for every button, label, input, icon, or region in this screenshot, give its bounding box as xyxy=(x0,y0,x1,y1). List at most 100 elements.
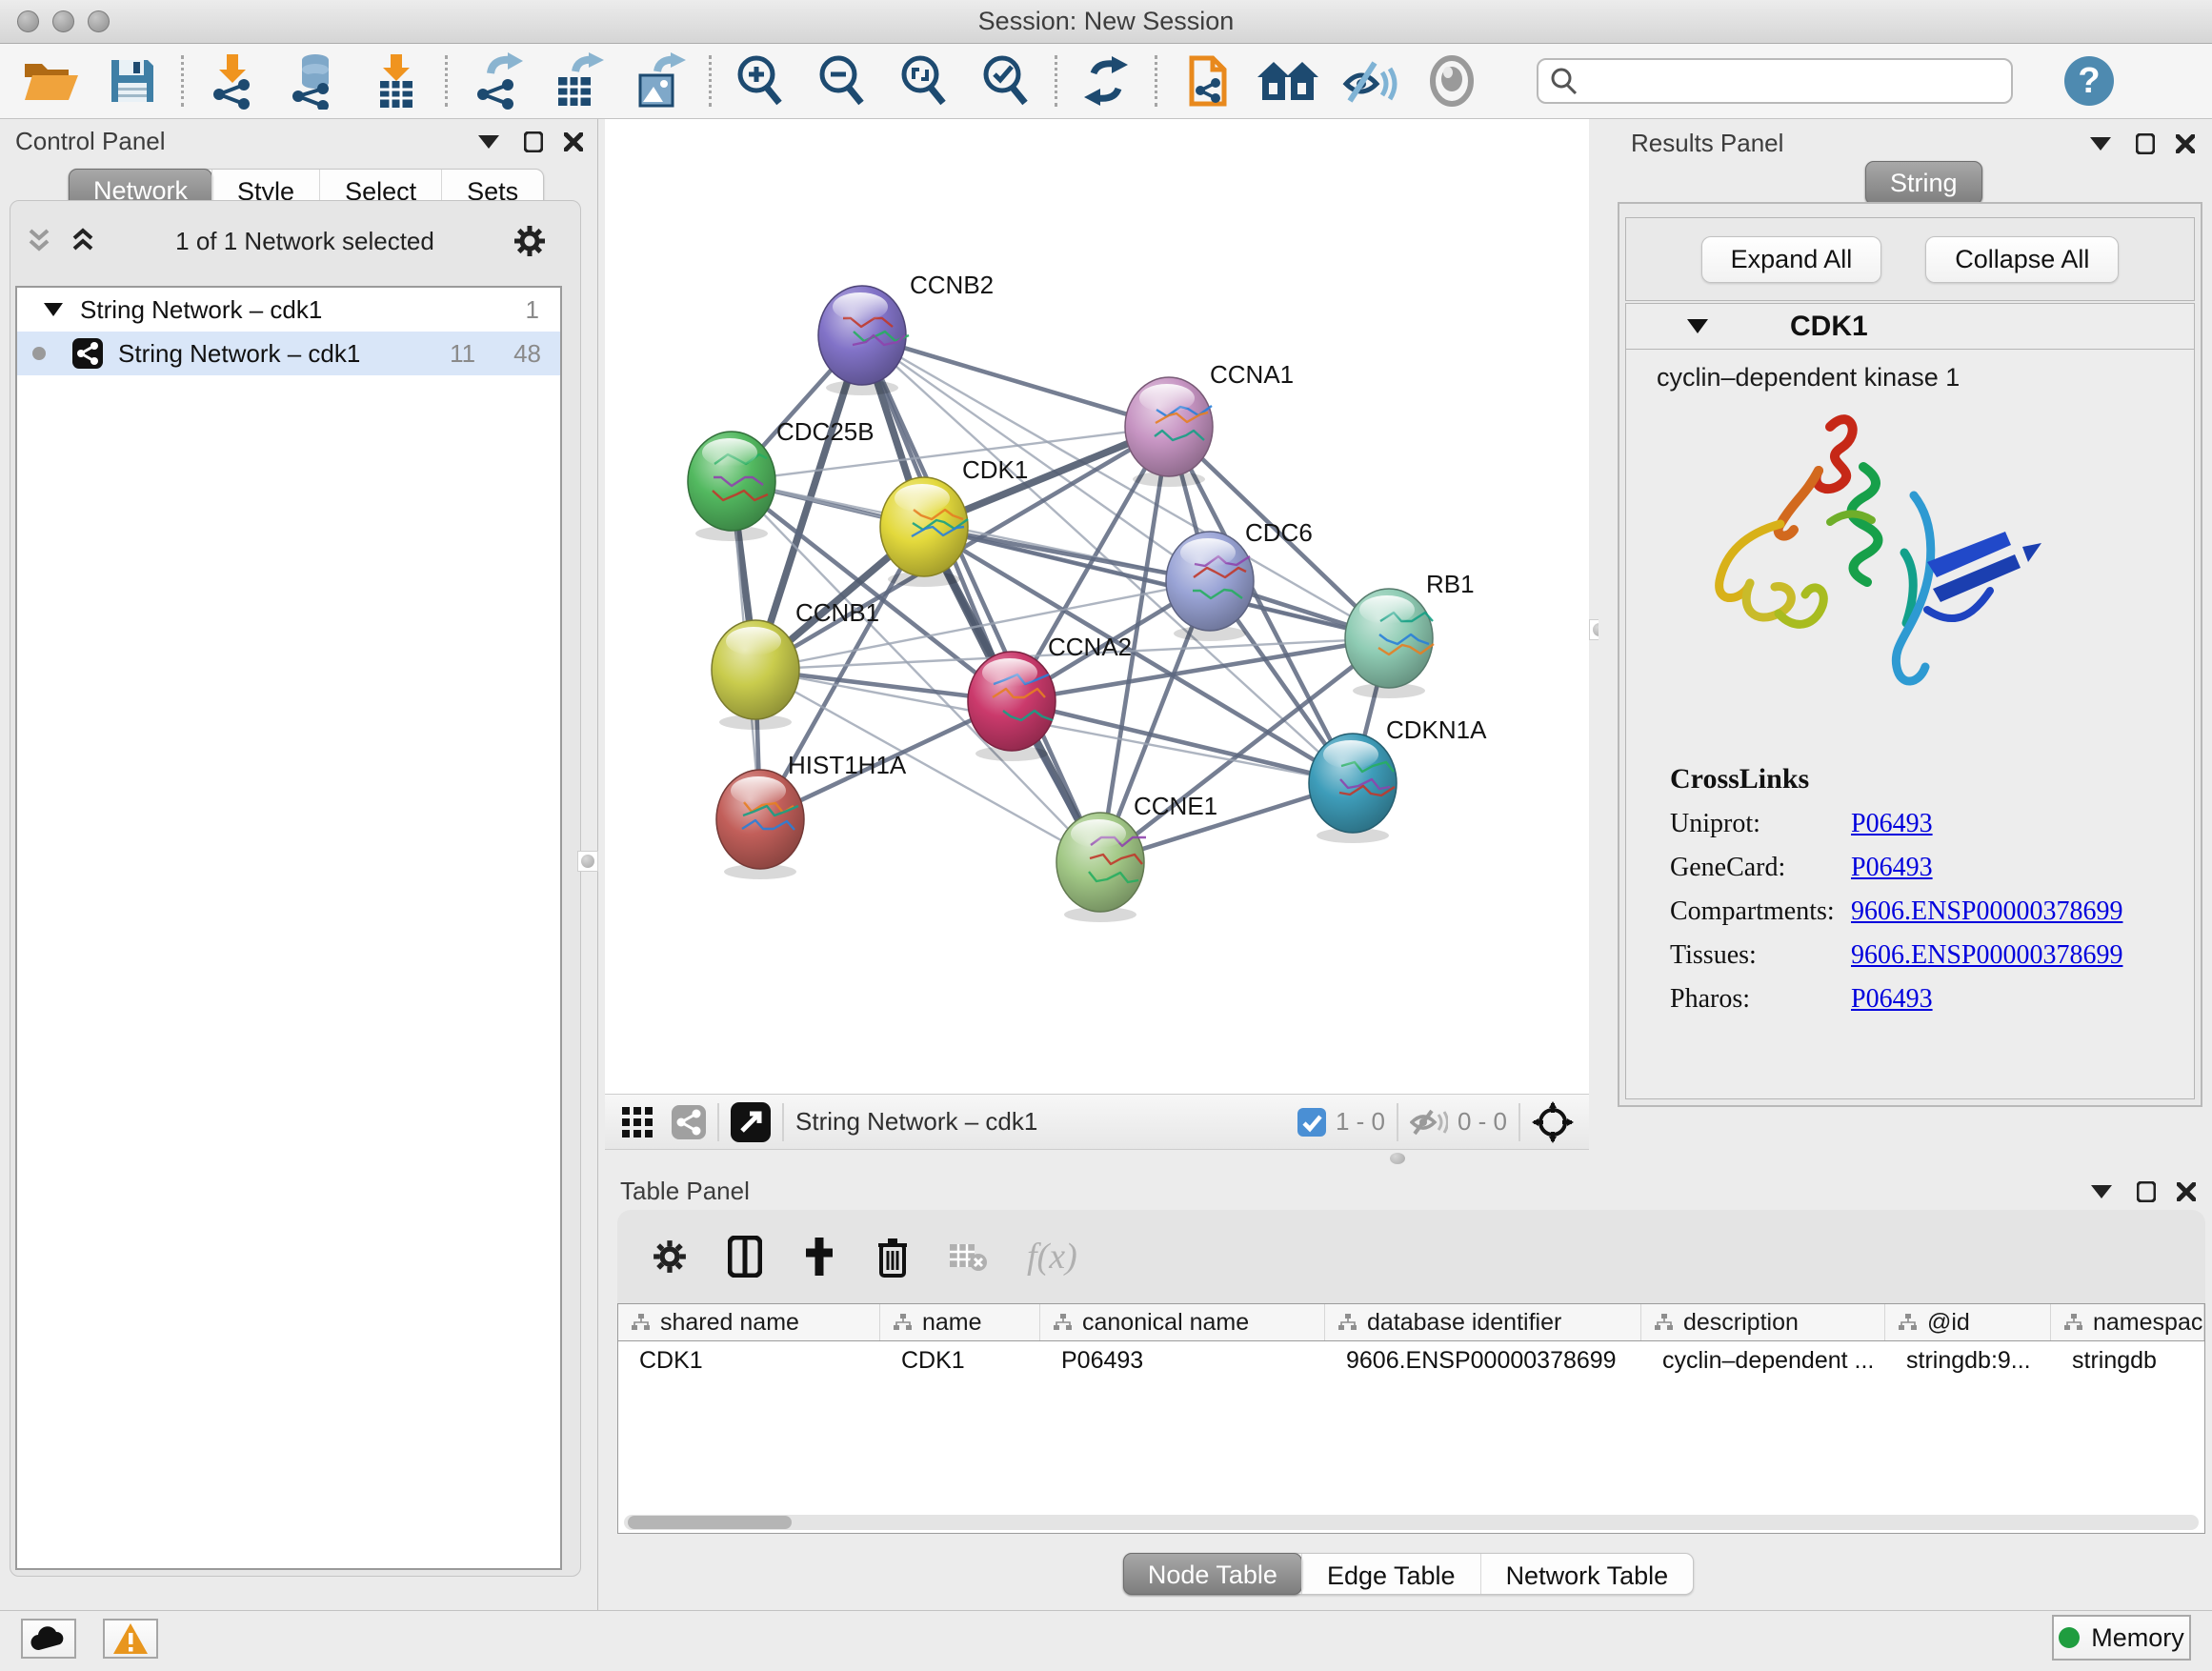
float-panel-icon[interactable] xyxy=(2090,137,2111,151)
maximize-panel-icon[interactable] xyxy=(2136,133,2155,154)
table-cell[interactable]: CDK1 xyxy=(880,1341,1040,1379)
birdseye-crosshair-icon[interactable] xyxy=(1532,1101,1574,1143)
hide-selected-button[interactable] xyxy=(1329,50,1411,112)
float-panel-icon[interactable] xyxy=(2091,1185,2112,1198)
close-panel-icon[interactable] xyxy=(2176,134,2195,153)
warnings-button[interactable] xyxy=(103,1619,158,1659)
show-all-button[interactable] xyxy=(1411,50,1493,112)
node-table: shared namenamecanonical namedatabase id… xyxy=(617,1303,2205,1534)
protein-card-header[interactable]: CDK1 xyxy=(1626,304,2194,350)
close-panel-icon[interactable] xyxy=(564,132,583,151)
table-cell[interactable]: CDK1 xyxy=(618,1341,880,1379)
zoom-out-button[interactable] xyxy=(801,50,883,112)
table-horizontal-scrollbar[interactable] xyxy=(624,1515,2199,1530)
zoom-in-button[interactable] xyxy=(719,50,801,112)
scrollbar-thumb[interactable] xyxy=(628,1516,792,1529)
svg-text:CCNB2: CCNB2 xyxy=(910,271,994,299)
column-header[interactable]: description xyxy=(1641,1304,1885,1340)
search-input[interactable] xyxy=(1537,58,2013,104)
crosslink-link[interactable]: 9606.ENSP00000378699 xyxy=(1851,896,2122,926)
maximize-panel-icon[interactable] xyxy=(524,131,543,152)
open-in-string-button[interactable] xyxy=(1165,50,1247,112)
network-canvas[interactable]: CCNB2CCNA1CDC25BCDK1CDC6RB1CCNB1CCNA2CDK… xyxy=(605,119,1589,1094)
tab-network-table[interactable]: Network Table xyxy=(1480,1554,1694,1594)
memory-button[interactable]: Memory xyxy=(2052,1615,2191,1661)
table-cell[interactable]: cyclin–dependent ... xyxy=(1641,1341,1885,1379)
crosslink-link[interactable]: P06493 xyxy=(1851,809,1933,838)
crosslink-row: Uniprot:P06493 xyxy=(1670,809,2194,839)
zoom-fit-button[interactable] xyxy=(883,50,965,112)
crosslink-link[interactable]: P06493 xyxy=(1851,984,1933,1014)
column-type-icon xyxy=(1054,1314,1073,1331)
zoom-window-button[interactable] xyxy=(88,10,110,32)
tab-string[interactable]: String xyxy=(1865,161,1982,205)
network-edge-count: 48 xyxy=(513,339,541,369)
expand-all-icon[interactable] xyxy=(69,227,97,255)
network-view-panel: CCNB2CCNA1CDC25BCDK1CDC6RB1CCNB1CCNA2CDK… xyxy=(605,119,1589,1150)
collection-expanded-icon[interactable] xyxy=(44,303,63,316)
export-table-icon xyxy=(553,52,604,110)
tab-edge-table[interactable]: Edge Table xyxy=(1301,1554,1480,1594)
tab-node-table[interactable]: Node Table xyxy=(1123,1553,1302,1595)
maximize-panel-icon[interactable] xyxy=(2137,1181,2156,1202)
import-network-database-button[interactable] xyxy=(273,50,355,112)
left-splitter-handle[interactable] xyxy=(577,851,598,872)
table-cell[interactable]: 9606.ENSP00000378699 xyxy=(1325,1341,1641,1379)
column-header[interactable]: @id xyxy=(1885,1304,2051,1340)
import-table-file-button[interactable] xyxy=(355,50,437,112)
cloud-status-button[interactable] xyxy=(21,1619,76,1659)
network-view-share-icon[interactable] xyxy=(672,1105,706,1139)
svg-text:CDK1: CDK1 xyxy=(962,455,1028,484)
column-header[interactable]: shared name xyxy=(618,1304,880,1340)
network-row[interactable]: String Network – cdk1 11 48 xyxy=(17,332,560,375)
zoom-selected-button[interactable] xyxy=(965,50,1047,112)
crosslink-link[interactable]: 9606.ENSP00000378699 xyxy=(1851,940,2122,970)
help-button[interactable]: ? xyxy=(2062,54,2116,108)
column-header[interactable]: name xyxy=(880,1304,1040,1340)
column-type-icon xyxy=(894,1314,913,1331)
export-network-button[interactable] xyxy=(455,50,537,112)
search-icon xyxy=(1550,67,1579,95)
detach-view-icon[interactable] xyxy=(731,1102,771,1142)
network-collection-row[interactable]: String Network – cdk1 1 xyxy=(17,288,560,332)
show-columns-icon[interactable] xyxy=(728,1236,762,1278)
first-neighbors-button[interactable] xyxy=(1247,50,1329,112)
selected-checkbox-icon[interactable] xyxy=(1297,1108,1326,1137)
table-cell[interactable]: P06493 xyxy=(1040,1341,1325,1379)
table-settings-gear-icon[interactable] xyxy=(652,1238,688,1275)
table-cell[interactable]: stringdb:9... xyxy=(1885,1341,2051,1379)
gear-icon[interactable] xyxy=(513,224,547,258)
export-table-button[interactable] xyxy=(537,50,619,112)
float-panel-icon[interactable] xyxy=(478,135,499,149)
expand-all-button[interactable]: Expand All xyxy=(1701,236,1882,283)
column-header[interactable]: canonical name xyxy=(1040,1304,1325,1340)
save-session-button[interactable] xyxy=(91,50,173,112)
delete-column-trash-icon[interactable] xyxy=(876,1236,909,1278)
column-header[interactable]: namespac xyxy=(2051,1304,2204,1340)
collapse-all-icon[interactable] xyxy=(25,227,53,255)
svg-text:CCNE1: CCNE1 xyxy=(1134,792,1217,820)
close-panel-icon[interactable] xyxy=(2177,1182,2196,1201)
crosslink-row: Compartments:9606.ENSP00000378699 xyxy=(1670,896,2194,927)
import-network-file-button[interactable] xyxy=(191,50,273,112)
svg-text:RB1: RB1 xyxy=(1426,570,1475,598)
horizontal-splitter-handle[interactable] xyxy=(1390,1153,1405,1164)
collapse-all-button[interactable]: Collapse All xyxy=(1925,236,2119,283)
zoom-in-icon xyxy=(734,53,787,109)
refresh-view-button[interactable] xyxy=(1065,50,1147,112)
houses-icon xyxy=(1257,56,1318,106)
column-type-icon xyxy=(2064,1314,2083,1331)
zoom-out-icon xyxy=(815,53,869,109)
crosslink-link[interactable]: P06493 xyxy=(1851,853,1933,882)
hidden-counts: 0 - 0 xyxy=(1458,1107,1507,1137)
table-row[interactable]: CDK1CDK1P064939606.ENSP00000378699cyclin… xyxy=(618,1341,2204,1379)
open-session-button[interactable] xyxy=(10,50,91,112)
collapse-section-icon[interactable] xyxy=(1687,319,1708,333)
table-cell[interactable]: stringdb xyxy=(2051,1341,2204,1379)
grid-view-icon[interactable] xyxy=(622,1107,653,1137)
minimize-window-button[interactable] xyxy=(52,10,74,32)
add-column-icon[interactable] xyxy=(802,1236,836,1278)
export-image-button[interactable] xyxy=(619,50,701,112)
column-header[interactable]: database identifier xyxy=(1325,1304,1641,1340)
close-window-button[interactable] xyxy=(17,10,39,32)
